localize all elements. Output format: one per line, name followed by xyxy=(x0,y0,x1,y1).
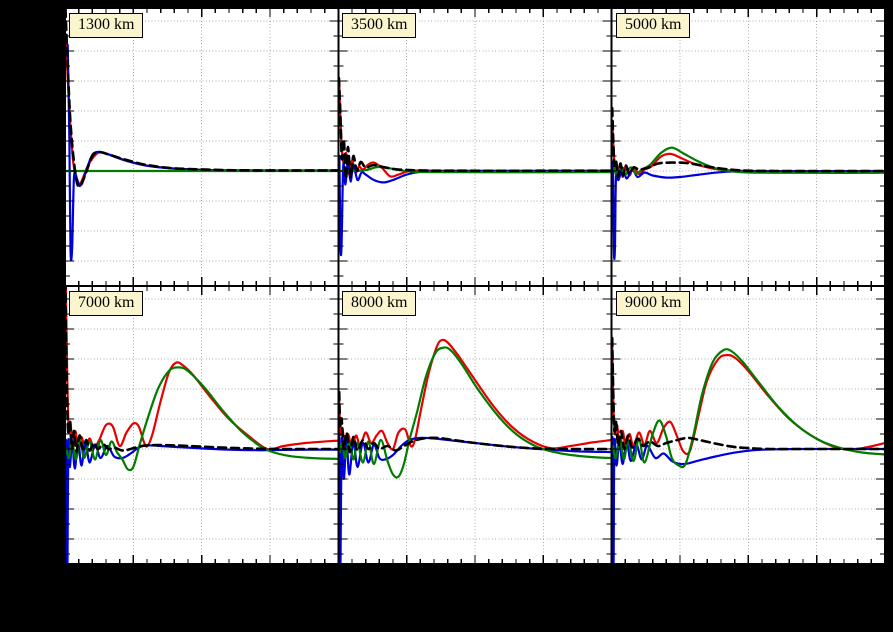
panel-label-8000km: 8000 km xyxy=(342,291,417,317)
figure: 1300 km 3500 km 5000 km 7000 km 8000 km … xyxy=(0,0,893,632)
panel-label-3500km: 3500 km xyxy=(342,13,417,39)
panel-label-9000km: 9000 km xyxy=(616,291,691,317)
panel-label-1300km: 1300 km xyxy=(69,13,144,39)
panel-label-5000km: 5000 km xyxy=(616,13,691,39)
panel-label-7000km: 7000 km xyxy=(69,291,144,317)
